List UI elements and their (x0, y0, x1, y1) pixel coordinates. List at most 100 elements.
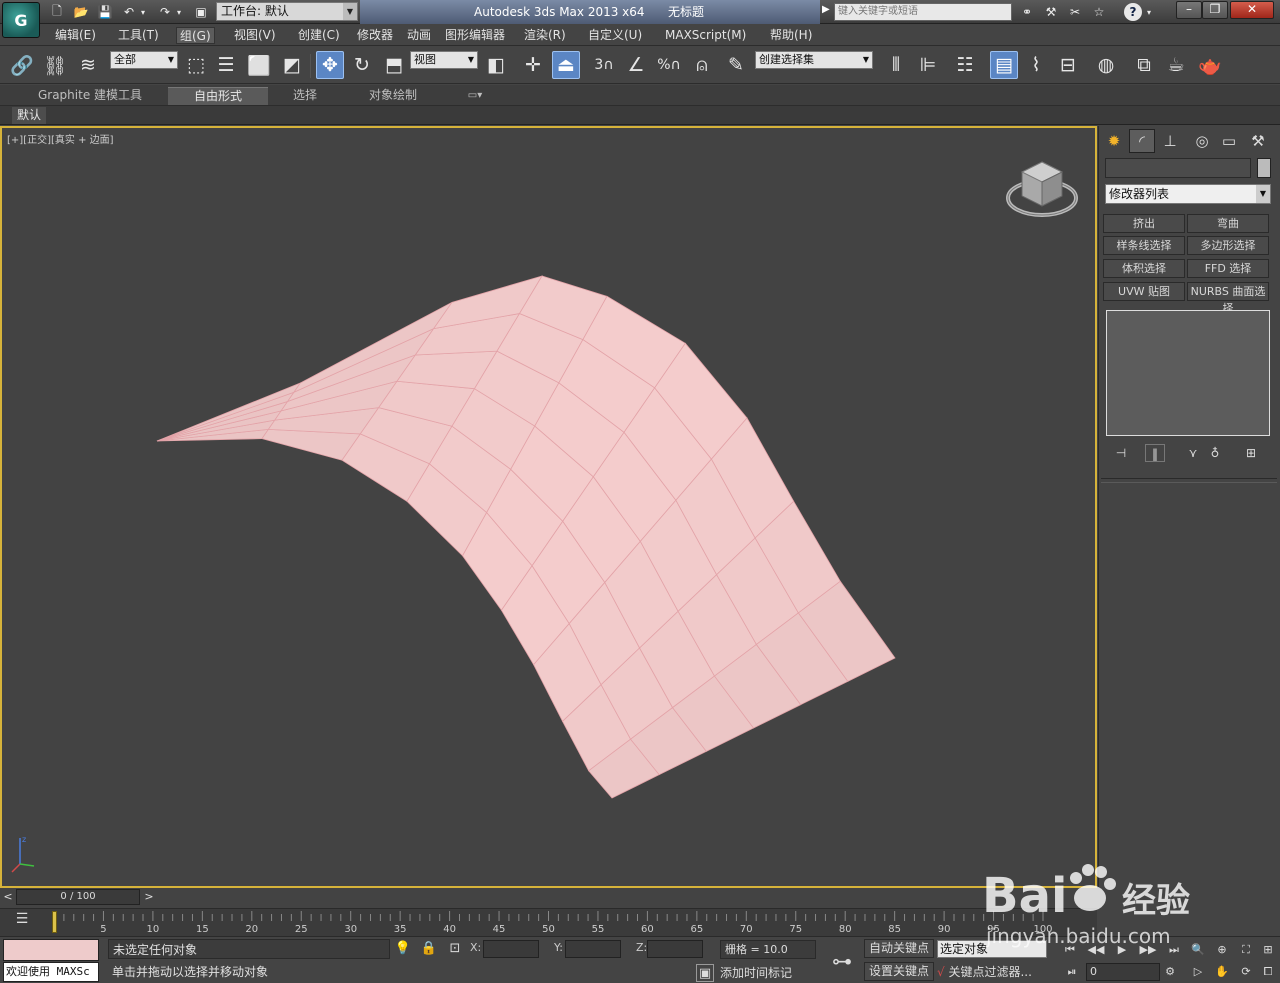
workspace-dropdown[interactable]: 工作台: 默认 ▼ (216, 2, 358, 21)
selection-filter-dropdown[interactable]: 全部 ▼ (110, 51, 178, 69)
pivot-center-icon[interactable]: ◧ (482, 51, 510, 79)
object-color-swatch[interactable] (3, 939, 99, 961)
next-frame-arrow-icon[interactable]: > (142, 889, 156, 905)
schematic-view-icon[interactable]: ⊟ (1054, 51, 1082, 79)
curve-editor-icon[interactable]: ⌇ (1022, 51, 1050, 79)
make-unique-icon[interactable]: ⋎ (1183, 444, 1203, 462)
communication-center-icon[interactable]: ✂ (1066, 3, 1084, 21)
key-mode-toggle-icon[interactable]: ⏯ (1062, 963, 1082, 981)
menu-help[interactable]: 帮助(H) (767, 27, 815, 44)
modifier-volume-select-button[interactable]: 体积选择 (1103, 259, 1185, 278)
render-production-icon[interactable]: 🫖 (1196, 51, 1224, 79)
spinner-snap-icon[interactable]: ⍝ (688, 51, 716, 79)
display-tab-icon[interactable]: ▭ (1216, 129, 1242, 153)
object-color-swatch[interactable] (1257, 158, 1271, 178)
tab-graphite-modeling[interactable]: Graphite 建模工具 (32, 87, 148, 105)
menu-animation[interactable]: 动画 (404, 27, 434, 44)
redo-dropdown-icon[interactable]: ▾ (174, 3, 184, 21)
current-frame-field[interactable]: 0 (1086, 963, 1160, 981)
modifier-ffd-select-button[interactable]: FFD 选择 (1187, 259, 1269, 278)
time-slider[interactable]: < 0 / 100 > (0, 888, 1097, 908)
menu-maxscript[interactable]: MAXScript(M) (662, 27, 749, 44)
menu-group[interactable]: 组(G) (176, 27, 215, 44)
field-of-view-icon[interactable]: ▷ (1188, 963, 1208, 981)
viewport-menu-plus[interactable]: [+] (7, 135, 23, 146)
menu-views[interactable]: 视图(V) (231, 27, 279, 44)
select-and-rotate-icon[interactable]: ↻ (348, 51, 376, 79)
zoom-all-icon[interactable]: ⊕ (1212, 941, 1232, 959)
pin-stack-icon[interactable]: ⊣ (1111, 444, 1131, 462)
time-slider-thumb[interactable]: 0 / 100 (16, 889, 140, 905)
absolute-mode-icon[interactable]: ⊡ (446, 940, 464, 958)
modifier-spline-select-button[interactable]: 样条线选择 (1103, 236, 1185, 255)
zoom-icon[interactable]: 🔍 (1188, 941, 1208, 959)
perspective-viewport[interactable]: [+][正交][真实 + 边面] z (0, 126, 1097, 888)
close-button[interactable]: ✕ (1230, 1, 1274, 19)
binoculars-icon[interactable]: ⚭ (1018, 3, 1036, 21)
edit-named-selection-icon[interactable]: ✎ (722, 51, 750, 79)
graphite-toggle-icon[interactable]: ▤ (990, 51, 1018, 79)
unlink-icon[interactable]: ⛓ (41, 51, 69, 79)
project-folder-icon[interactable]: ▣ (192, 3, 210, 21)
motion-tab-icon[interactable]: ◎ (1189, 129, 1215, 153)
tab-freeform[interactable]: 自由形式 (168, 87, 268, 105)
modifier-list-dropdown[interactable]: 修改器列表 ▼ (1105, 184, 1271, 204)
tab-object-paint[interactable]: 对象绘制 (356, 87, 430, 105)
save-file-icon[interactable]: 💾 (96, 3, 114, 21)
redo-icon[interactable]: ↷ (156, 3, 174, 21)
bent-plane-mesh[interactable] (2, 128, 1095, 886)
ribbon-options-icon[interactable]: ▭▾ (462, 87, 488, 105)
key-filters-button[interactable]: √ 关键点过滤器... (937, 962, 1049, 982)
modifier-poly-select-button[interactable]: 多边形选择 (1187, 236, 1269, 255)
search-input[interactable]: 键入关键字或短语 (834, 3, 1012, 21)
modifier-uvw-map-button[interactable]: UVW 贴图 (1103, 282, 1185, 301)
utilities-tab-icon[interactable]: ⚒ (1245, 129, 1271, 153)
isolate-selection-icon[interactable]: 💡 (394, 940, 412, 958)
keyboard-shortcut-override-icon[interactable]: ⏏ (552, 51, 580, 79)
selection-lock-icon[interactable]: 🔒 (420, 940, 438, 958)
add-time-tag[interactable]: 添加时间标记 (720, 964, 792, 981)
modifier-stack-view[interactable] (1106, 310, 1270, 436)
create-tab-icon[interactable]: ✹ (1101, 129, 1127, 153)
select-object-icon[interactable]: ⬚ (182, 51, 210, 79)
subscription-icon[interactable]: ⚒ (1042, 3, 1060, 21)
remove-modifier-icon[interactable]: ♁ (1205, 444, 1225, 462)
viewport-label[interactable]: [+][正交][真实 + 边面] (7, 131, 114, 146)
undo-icon[interactable]: ↶ (120, 3, 138, 21)
layer-manager-icon[interactable]: ☷ (951, 51, 979, 79)
select-and-move-icon[interactable]: ✥ (316, 51, 344, 79)
help-dropdown-icon[interactable]: ▾ (1144, 3, 1154, 21)
menu-rendering[interactable]: 渲染(R) (521, 27, 569, 44)
tab-selection[interactable]: 选择 (280, 87, 330, 105)
link-icon[interactable]: 🔗 (8, 51, 36, 79)
select-by-name-icon[interactable]: ☰ (212, 51, 240, 79)
percent-snap-icon[interactable]: % ∩ (655, 51, 683, 79)
search-expand-icon[interactable]: ▶ (822, 4, 830, 15)
viewport-shading-mode[interactable]: [真实 + 边面] (51, 135, 114, 146)
rendered-frame-window-icon[interactable]: ☕ (1162, 51, 1190, 79)
time-configuration-icon[interactable]: ⚙ (1160, 963, 1180, 981)
modify-tab-icon[interactable]: ◜ (1129, 129, 1155, 153)
open-file-icon[interactable]: 📂 (72, 3, 90, 21)
track-bar[interactable]: ☰ 5 10 15 20 25 30 35 40 45 50 55 60 65 70 75 80 85 90 95 1… (0, 908, 1097, 936)
viewport-view-type[interactable]: [正交] (23, 135, 51, 146)
set-key-icon[interactable]: ⊶ (824, 943, 860, 979)
help-icon[interactable]: ? (1124, 3, 1142, 21)
reference-coordinate-dropdown[interactable]: 视图 ▼ (410, 51, 478, 69)
maximize-viewport-icon[interactable]: ⧠ (1258, 963, 1278, 981)
undo-dropdown-icon[interactable]: ▾ (138, 3, 148, 21)
render-setup-icon[interactable]: ⧉ (1130, 51, 1158, 79)
window-crossing-icon[interactable]: ◩ (278, 51, 306, 79)
named-selection-dropdown[interactable]: 创建选择集 ▼ (755, 51, 873, 69)
z-coord-field[interactable] (647, 940, 703, 958)
zoom-extents-all-icon[interactable]: ⊞ (1258, 941, 1278, 959)
menu-graph-editors[interactable]: 图形编辑器 (442, 27, 508, 44)
viewcube-icon[interactable] (1004, 158, 1080, 224)
select-and-scale-icon[interactable]: ⬒ (380, 51, 408, 79)
pan-view-icon[interactable]: ✋ (1212, 963, 1232, 981)
align-icon[interactable]: ⊫ (914, 51, 942, 79)
menu-edit[interactable]: 编辑(E) (52, 27, 99, 44)
mirror-icon[interactable]: ⫴ (882, 51, 910, 79)
current-time-marker[interactable] (52, 911, 57, 933)
angle-snap-icon[interactable]: ∠ (622, 51, 650, 79)
